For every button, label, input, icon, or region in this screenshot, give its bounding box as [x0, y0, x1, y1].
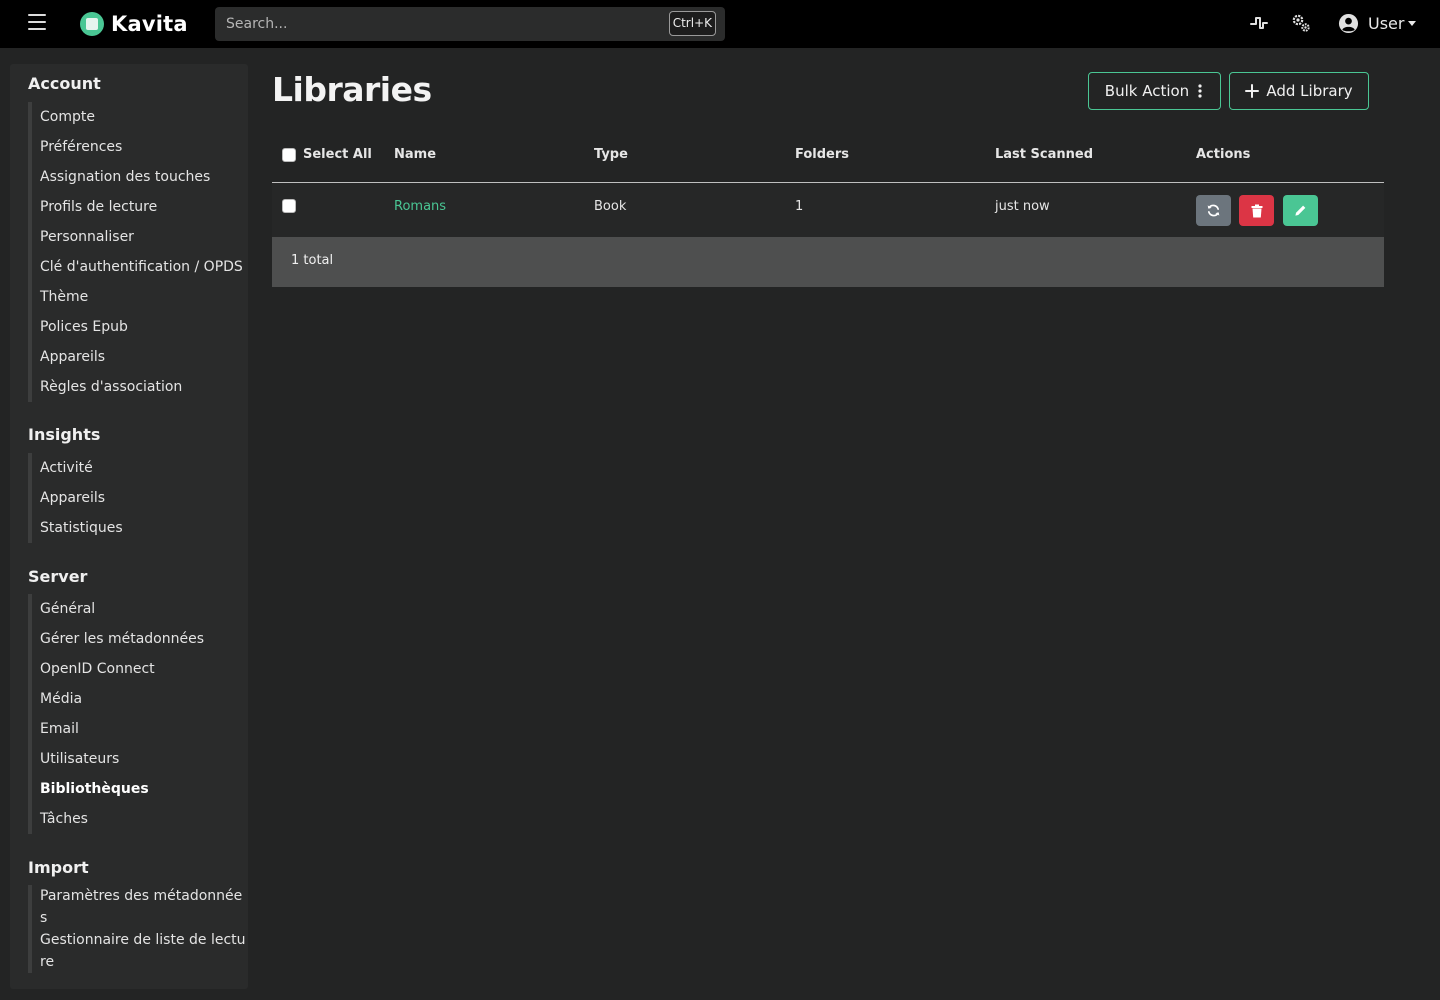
user-name: User: [1368, 13, 1405, 33]
ellipsis-vertical-icon: [1198, 84, 1202, 98]
library-type: Book: [594, 199, 627, 214]
sidebar-item-general[interactable]: Général: [32, 594, 248, 624]
table-row: Romans Book 1 just now: [272, 183, 1384, 237]
account-nav-list: Compte Préférences Assignation des touch…: [28, 102, 248, 402]
menu-icon[interactable]: [28, 14, 46, 32]
sidebar-item-tasks[interactable]: Tâches: [32, 804, 248, 834]
sidebar-item-users[interactable]: Utilisateurs: [32, 744, 248, 774]
library-last-scanned: just now: [995, 199, 1050, 214]
sidebar-item-keybinds[interactable]: Assignation des touches: [32, 162, 248, 192]
sidebar-item-epub-fonts[interactable]: Polices Epub: [32, 312, 248, 342]
column-header-type: Type: [594, 147, 628, 162]
edit-library-button[interactable]: [1283, 195, 1318, 226]
library-folders-count: 1: [795, 199, 804, 214]
add-library-button[interactable]: Add Library: [1229, 72, 1369, 110]
sidebar-item-activity[interactable]: Activité: [32, 453, 248, 483]
total-count: 1 total: [291, 253, 334, 268]
sidebar-item-insights-devices[interactable]: Appareils: [32, 483, 248, 513]
column-header-last-scanned: Last Scanned: [995, 147, 1094, 162]
add-library-label: Add Library: [1266, 82, 1353, 100]
insights-nav-list: Activité Appareils Statistiques: [28, 453, 248, 543]
pencil-icon: [1295, 205, 1306, 216]
sidebar-item-libraries[interactable]: Bibliothèques: [32, 774, 248, 804]
sidebar-item-customize[interactable]: Personnaliser: [32, 222, 248, 252]
sidebar-item-statistics[interactable]: Statistiques: [32, 513, 248, 543]
search-box: Ctrl+K: [215, 7, 725, 41]
user-avatar-icon: [1338, 13, 1359, 33]
activity-icon[interactable]: [1248, 12, 1270, 34]
libraries-table: Select All Name Type Folders Last Scanne…: [272, 128, 1384, 287]
sidebar-item-preferences[interactable]: Préférences: [32, 132, 248, 162]
column-header-name: Name: [394, 147, 437, 162]
sidebar-item-reading-profiles[interactable]: Profils de lecture: [32, 192, 248, 222]
sidebar-item-email[interactable]: Email: [32, 714, 248, 744]
top-navbar: Kavita Ctrl+K User: [0, 0, 1440, 48]
chevron-down-icon: [1408, 20, 1417, 26]
search-shortcut-hint: Ctrl+K: [668, 11, 716, 36]
plus-icon: [1245, 84, 1260, 98]
bulk-action-button[interactable]: Bulk Action: [1088, 72, 1221, 110]
user-menu[interactable]: User: [1338, 11, 1417, 35]
column-header-folders: Folders: [795, 147, 850, 162]
sidebar-item-matching-rules[interactable]: Règles d'association: [32, 372, 248, 402]
app-name: Kavita: [111, 12, 188, 36]
table-header: Select All Name Type Folders Last Scanne…: [272, 128, 1384, 183]
delete-library-button[interactable]: [1239, 195, 1274, 226]
sidebar-item-metadata-settings[interactable]: Paramètres des métadonnées: [32, 885, 248, 929]
sidebar-item-compte[interactable]: Compte: [32, 102, 248, 132]
sidebar-item-reading-list-manager[interactable]: Gestionnaire de liste de lecture: [32, 929, 248, 973]
bulk-action-label: Bulk Action: [1104, 82, 1190, 100]
import-nav-list: Paramètres des métadonnées Gestionnaire …: [28, 885, 248, 973]
sidebar-section-server: Server: [28, 567, 88, 586]
app-logo[interactable]: Kavita: [80, 12, 188, 36]
sidebar-section-account: Account: [28, 74, 101, 93]
sync-icon: [1207, 204, 1220, 217]
sidebar-item-media[interactable]: Média: [32, 684, 248, 714]
sidebar-item-manage-metadata[interactable]: Gérer les métadonnées: [32, 624, 248, 654]
sidebar-item-openid-connect[interactable]: OpenID Connect: [32, 654, 248, 684]
sidebar-item-theme[interactable]: Thème: [32, 282, 248, 312]
page-title: Libraries: [272, 70, 432, 109]
sidebar-item-devices[interactable]: Appareils: [32, 342, 248, 372]
table-footer: 1 total: [272, 237, 1384, 287]
sidebar-section-import: Import: [28, 858, 89, 877]
scan-library-button[interactable]: [1196, 195, 1231, 226]
row-select-checkbox[interactable]: [282, 199, 296, 213]
column-header-actions: Actions: [1196, 147, 1251, 162]
select-all-checkbox[interactable]: [282, 148, 296, 162]
column-header-select-all[interactable]: Select All: [303, 147, 372, 162]
server-settings-icon[interactable]: [1290, 12, 1312, 34]
library-name-link[interactable]: Romans: [394, 199, 446, 214]
server-nav-list: Général Gérer les métadonnées OpenID Con…: [28, 594, 248, 834]
sidebar-item-auth-key-opds[interactable]: Clé d'authentification / OPDS: [32, 252, 248, 282]
search-input[interactable]: [215, 7, 725, 41]
sidebar-section-insights: Insights: [28, 425, 101, 444]
trash-icon: [1251, 204, 1262, 217]
kavita-logo-icon: [80, 12, 104, 36]
settings-sidebar: Account Compte Préférences Assignation d…: [10, 64, 248, 989]
